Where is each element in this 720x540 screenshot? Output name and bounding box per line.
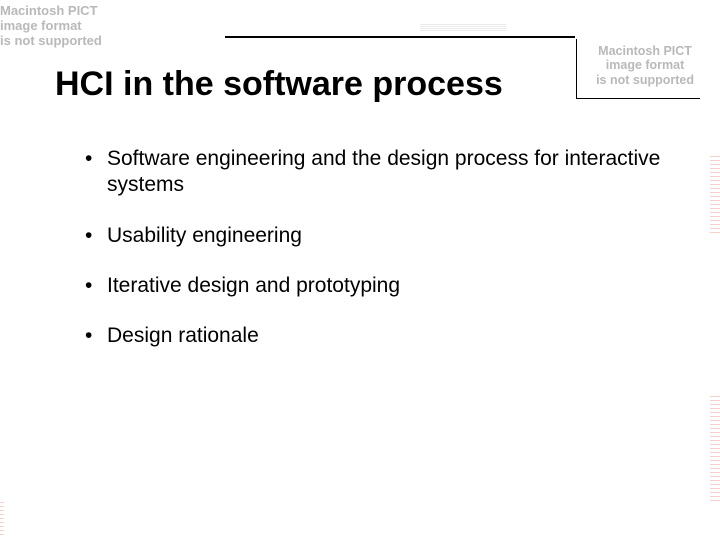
pict-error-line: image format <box>606 58 685 72</box>
pict-error-line: is not supported <box>0 33 102 48</box>
pict-error-line: is not supported <box>596 73 694 87</box>
slide: Macintosh PICT image format is not suppo… <box>0 0 720 540</box>
bullet-text: Software engineering and the design proc… <box>107 147 660 196</box>
artifact-red-right-lower <box>710 396 720 504</box>
bullet-list: Software engineering and the design proc… <box>55 146 665 349</box>
pict-error-line: Macintosh PICT <box>598 44 692 58</box>
list-item: Usability engineering <box>85 223 665 249</box>
artifact-scribble <box>420 24 506 32</box>
divider-top <box>225 36 575 38</box>
list-item: Design rationale <box>85 323 665 349</box>
pict-error-line: Macintosh PICT <box>0 4 98 18</box>
bullet-text: Design rationale <box>107 324 259 347</box>
slide-title: HCI in the software process <box>55 65 665 104</box>
bullet-text: Iterative design and prototyping <box>107 274 400 297</box>
artifact-red-left <box>0 502 4 538</box>
bullet-text: Usability engineering <box>107 224 302 247</box>
pict-error-top-right: Macintosh PICT image format is not suppo… <box>596 44 694 87</box>
list-item: Software engineering and the design proc… <box>85 146 665 199</box>
artifact-red-right-upper <box>710 156 720 234</box>
list-item: Iterative design and prototyping <box>85 273 665 299</box>
pict-error-line: image format <box>0 18 82 33</box>
pict-error-top-left: Macintosh PICT image format is not suppo… <box>0 4 205 49</box>
